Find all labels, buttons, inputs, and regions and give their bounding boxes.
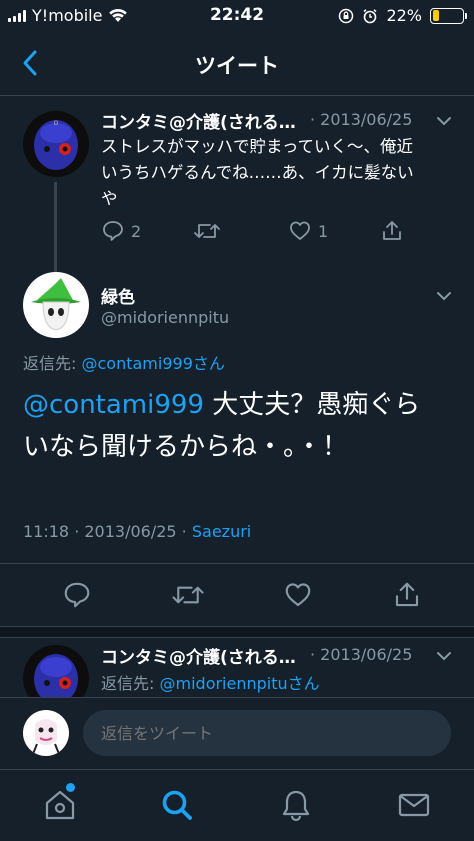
- share-button[interactable]: [392, 580, 422, 610]
- chevron-down-icon[interactable]: [435, 647, 453, 665]
- home-icon[interactable]: [43, 788, 77, 822]
- bottom-tab-bar: [0, 769, 474, 841]
- main-tweet-text-line: いなら聞けるからね・。・！: [23, 432, 349, 462]
- notification-dot: [66, 783, 75, 792]
- author-handle[interactable]: @midoriennpitu: [101, 308, 229, 327]
- like-button[interactable]: [283, 580, 313, 610]
- chevron-down-icon[interactable]: [435, 112, 453, 130]
- mention-link[interactable]: @contami999: [23, 390, 204, 420]
- author-name[interactable]: コンタミ@介護(される…: [101, 108, 296, 133]
- reply-to-line: 返信先: @contami999さん: [23, 350, 225, 374]
- tweet-meta: 11:18 · 2013/06/25 · Saezuri: [23, 522, 251, 541]
- tweet-date: · 2013/06/25: [310, 110, 413, 129]
- messages-icon[interactable]: [397, 788, 431, 822]
- reply-to-line: 返信先: @midoriennpituさん: [101, 670, 320, 694]
- main-tweet-text: @contami999 大丈夫？愚痴ぐら いなら聞けるからね・。・！: [23, 384, 453, 468]
- tweet-text: ストレスがマッハで貯まっていく〜、俺近 いうちハゲるんでね……あ、イカに髪ない …: [101, 134, 461, 212]
- reply-icon: [64, 582, 90, 608]
- reply-to-label: 返信先:: [23, 354, 77, 373]
- reply-composer-bar: [0, 697, 474, 769]
- orientation-lock-icon: [339, 8, 354, 23]
- squid-avatar-image: o: [23, 111, 89, 177]
- status-bar: Y!mobile 22:42 22%: [0, 0, 474, 32]
- main-tweet-actions: [62, 580, 422, 610]
- tweet-date: · 2013/06/25 ·: [74, 522, 187, 541]
- like-count: 1: [318, 221, 329, 241]
- share-icon: [383, 221, 401, 240]
- tweet-text-segment: 大丈夫？愚痴ぐら: [203, 390, 421, 420]
- reply-icon: [103, 221, 123, 241]
- chevron-down-icon[interactable]: [435, 287, 453, 305]
- avatar-contami[interactable]: o: [23, 111, 89, 177]
- tweet-detail-screen: Y!mobile 22:42 22% ツイート o コンタミ@介護(される… ·…: [0, 0, 474, 841]
- reply-input[interactable]: [83, 710, 451, 756]
- tweet-text-line: や: [101, 189, 118, 208]
- notifications-icon[interactable]: [279, 788, 313, 822]
- heart-icon: [286, 583, 311, 607]
- tweet-time: 11:18: [23, 522, 70, 541]
- avatar-midoriennpitu[interactable]: [23, 272, 89, 338]
- page-title: ツイート: [195, 54, 279, 78]
- battery-icon: [430, 7, 467, 24]
- thread-connector-line: [54, 182, 57, 272]
- main-tweet-text-line: @contami999 大丈夫？愚痴ぐら: [23, 384, 453, 426]
- search-icon[interactable]: [160, 788, 194, 822]
- retweet-icon: [194, 224, 220, 238]
- own-avatar-image: [23, 710, 69, 756]
- client-link[interactable]: Saezuri: [192, 522, 251, 541]
- navigation-header: ツイート: [0, 32, 474, 96]
- tweet-actions: 2 1: [101, 219, 421, 243]
- author-name[interactable]: 緑色: [101, 283, 135, 308]
- retweet-icon: [172, 586, 204, 604]
- share-button[interactable]: [380, 219, 404, 243]
- reply-to-user-link[interactable]: @contami999さん: [82, 354, 225, 373]
- reply-button[interactable]: [62, 580, 92, 610]
- author-name[interactable]: コンタミ@介護(される…: [101, 643, 296, 668]
- reply-to-user-link[interactable]: @midoriennpituさん: [160, 674, 320, 693]
- own-avatar[interactable]: [23, 710, 69, 756]
- status-right: 22%: [338, 6, 467, 25]
- reply-count: 2: [131, 221, 142, 241]
- battery-percent: 22%: [386, 6, 422, 25]
- like-button[interactable]: 1: [288, 219, 380, 243]
- share-icon: [395, 582, 419, 607]
- section-separator: [0, 626, 474, 638]
- reply-button[interactable]: 2: [101, 219, 193, 243]
- retweet-button[interactable]: [171, 580, 205, 610]
- tweet-date: · 2013/06/25: [310, 645, 413, 664]
- witch-ghost-avatar-image: [23, 272, 89, 338]
- battery-level: [432, 10, 439, 21]
- retweet-button[interactable]: [193, 219, 288, 243]
- svg-text:o: o: [54, 118, 59, 127]
- heart-icon: [290, 221, 310, 240]
- divider: [0, 563, 474, 564]
- reply-to-label: 返信先:: [101, 674, 155, 693]
- tweet-text-line: ストレスがマッハで貯まっていく〜、俺近: [101, 137, 414, 156]
- tweet-text-line: いうちハゲるんでね……あ、イカに髪ない: [101, 163, 414, 182]
- alarm-icon: [363, 8, 377, 23]
